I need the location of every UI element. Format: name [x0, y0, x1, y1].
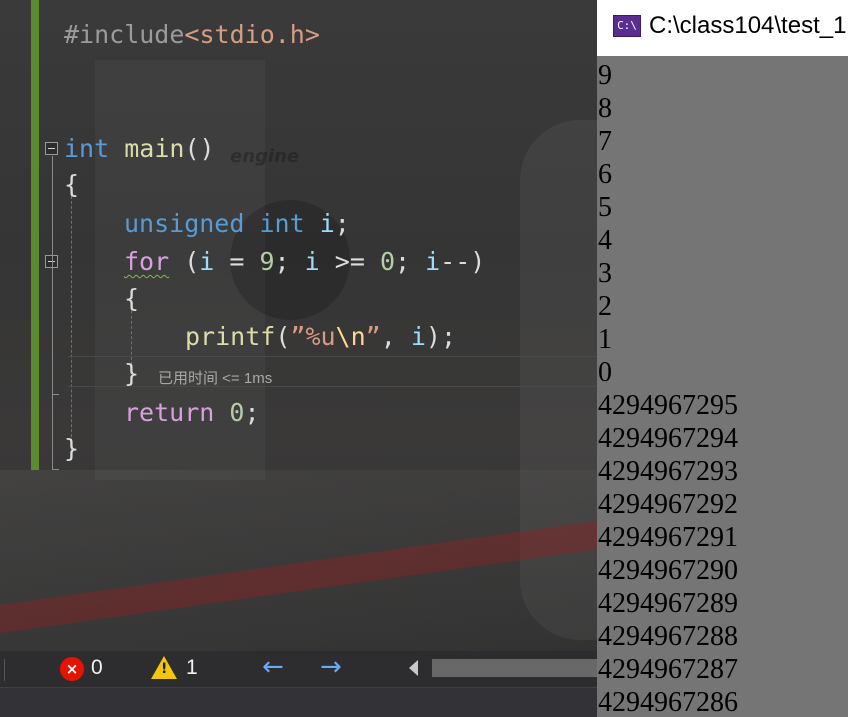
navigate-back-icon[interactable]: ← — [262, 652, 284, 682]
code-line-inner-close[interactable]: } — [124, 359, 139, 389]
indent-guide-1 — [71, 196, 72, 452]
console-output-line: 4294967288 — [598, 621, 738, 652]
variable-i: i — [319, 209, 335, 238]
code-line-close-brace[interactable]: } — [64, 434, 79, 464]
console-window[interactable]: C:\ C:\class104\test_1 9 8 7 6 5 4 3 2 1 0 4294967… — [597, 0, 848, 717]
console-output-line: 0 — [598, 357, 612, 388]
console-title-bar[interactable]: C:\ C:\class104\test_1 — [597, 0, 848, 56]
code-line-return[interactable]: return 0; — [124, 398, 260, 428]
operator-decrement: -- — [440, 247, 471, 276]
quote-open: ” — [290, 322, 306, 351]
code-line-main[interactable]: int main() — [64, 134, 215, 164]
semicolon: ; — [274, 247, 305, 276]
format-specifier: %u — [305, 322, 336, 351]
inner-close-brace: } — [124, 359, 140, 388]
variable-i: i — [410, 322, 426, 351]
scroll-left-icon[interactable] — [409, 660, 418, 676]
variable-i: i — [304, 247, 320, 276]
console-output-line: 5 — [598, 192, 612, 223]
outline-guide-for-end — [52, 394, 59, 395]
keyword-int: int — [64, 134, 110, 163]
code-line-printf[interactable]: printf(”%u\n”, i); — [185, 322, 456, 352]
console-app-icon: C:\ — [613, 15, 641, 37]
call-end: ); — [425, 322, 456, 351]
console-output-line: 4294967286 — [598, 687, 738, 717]
console-output-line: 9 — [598, 60, 612, 91]
function-name: main — [124, 134, 185, 163]
code-line-open-brace[interactable]: { — [64, 170, 79, 200]
preprocessor-directive: #include — [64, 20, 185, 49]
close-brace: } — [64, 434, 80, 463]
console-output-line: 4294967293 — [598, 456, 738, 487]
console-output-line: 7 — [598, 126, 612, 157]
paren-open: ( — [275, 322, 291, 351]
semicolon: ; — [334, 209, 350, 238]
code-line-for[interactable]: for (i = 9; i >= 0; i--) — [124, 247, 485, 277]
current-line-highlight — [68, 356, 597, 387]
console-output-line: 4294967289 — [598, 588, 738, 619]
console-output: 9 8 7 6 5 4 3 2 1 0 4294967295 4294967294 4294967293… — [598, 59, 738, 717]
code-line-decl[interactable]: unsigned int i; — [124, 209, 350, 239]
horizontal-scrollbar[interactable] — [432, 659, 597, 677]
keyword-return: return — [124, 398, 215, 427]
include-header: stdio.h — [199, 20, 305, 49]
change-tracking-bar — [31, 0, 39, 470]
main-parens: () — [184, 134, 215, 163]
error-icon[interactable]: × — [60, 657, 84, 681]
outline-guide-main-end — [52, 469, 59, 470]
navigate-forward-icon[interactable]: → — [320, 652, 342, 682]
comma: , — [380, 322, 411, 351]
variable-i: i — [425, 247, 441, 276]
number-9: 9 — [259, 247, 275, 276]
keyword-int: int — [259, 209, 305, 238]
function-printf: printf — [185, 322, 276, 351]
bottom-bar — [0, 687, 597, 717]
semicolon: ; — [395, 247, 426, 276]
open-brace: { — [64, 170, 80, 199]
code-line-inner-open[interactable]: { — [124, 284, 139, 314]
console-output-line: 6 — [598, 159, 612, 190]
outline-guide-for — [52, 269, 53, 394]
collapse-main-icon[interactable] — [45, 142, 58, 155]
console-output-line: 8 — [598, 93, 612, 124]
code-editor[interactable]: engine #include<stdio.h> int main() { un… — [0, 0, 597, 717]
warning-count[interactable]: 1 — [186, 656, 198, 680]
console-output-line: 4294967290 — [598, 555, 738, 586]
variable-i: i — [199, 247, 215, 276]
for-paren-open: ( — [169, 247, 200, 276]
include-open: < — [184, 20, 200, 49]
warning-icon[interactable]: ! — [151, 656, 177, 679]
semicolon: ; — [244, 398, 260, 427]
console-output-line: 4294967287 — [598, 654, 738, 685]
for-paren-close: ) — [470, 247, 486, 276]
include-close: > — [304, 20, 320, 49]
console-output-line: 4294967295 — [598, 390, 738, 421]
warning-mark: ! — [161, 661, 168, 677]
number-0: 0 — [229, 398, 245, 427]
console-output-line: 4294967292 — [598, 489, 738, 520]
background-logo: engine — [230, 146, 300, 167]
keyword-for: for — [124, 247, 170, 276]
console-output-line: 4 — [598, 225, 612, 256]
console-output-line: 1 — [598, 324, 612, 355]
quote-close: ” — [365, 322, 381, 351]
code-line-include[interactable]: #include<stdio.h> — [64, 20, 320, 50]
inner-open-brace: { — [124, 284, 140, 313]
operator-assign: = — [214, 247, 260, 276]
elapsed-time-hint: 已用时间 <= 1ms — [158, 370, 273, 387]
console-output-line: 4294967294 — [598, 423, 738, 454]
escape-sequence: \n — [335, 322, 366, 351]
console-output-line: 4294967291 — [598, 522, 738, 553]
console-output-line: 3 — [598, 258, 612, 289]
operator-gte: >= — [319, 247, 380, 276]
keyword-unsigned: unsigned — [124, 209, 245, 238]
console-title: C:\class104\test_1 — [649, 12, 847, 39]
number-0: 0 — [379, 247, 395, 276]
status-separator — [4, 659, 5, 681]
error-count[interactable]: 0 — [91, 656, 103, 680]
console-output-line: 2 — [598, 291, 612, 322]
